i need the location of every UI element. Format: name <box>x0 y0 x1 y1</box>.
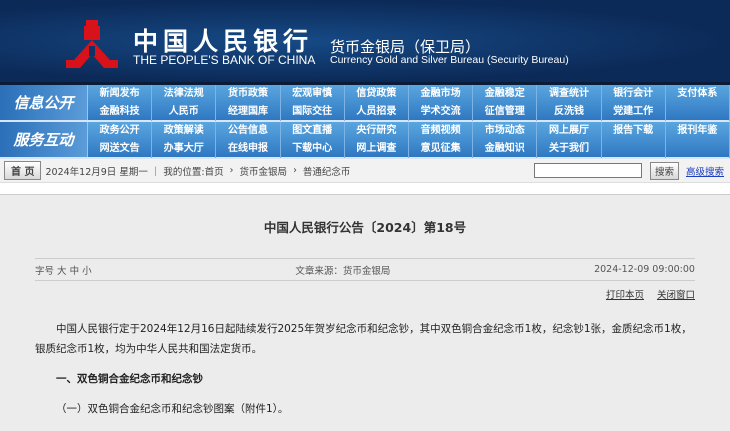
pboc-logo-icon <box>66 20 118 68</box>
nav-band-label: 信息公开 <box>0 85 88 120</box>
search-input[interactable] <box>533 163 642 178</box>
breadcrumb-commemorative-coins[interactable]: 普通纪念币 <box>303 164 351 178</box>
bureau-name-en: Currency Gold and Silver Bureau (Securit… <box>330 54 569 66</box>
spacer <box>0 183 730 195</box>
nav-item[interactable]: 宏观审慎 <box>281 85 345 103</box>
nav-item[interactable]: 人民币 <box>152 103 217 121</box>
nav-item[interactable]: 网送文告 <box>88 140 153 158</box>
nav-item[interactable]: 网上调查 <box>345 140 409 158</box>
nav-item <box>666 140 730 158</box>
nav-item[interactable]: 党建工作 <box>602 103 666 121</box>
nav-item[interactable]: 人员招录 <box>345 103 409 121</box>
print-link[interactable]: 打印本页 <box>606 290 644 301</box>
article-title: 中国人民银行公告〔2024〕第18号 <box>263 220 467 235</box>
nav-item[interactable]: 下载中心 <box>281 140 345 158</box>
article-datetime: 2024-12-09 09:00:00 <box>594 264 695 275</box>
nav-item[interactable]: 市场动态 <box>473 122 538 140</box>
nav-item[interactable]: 政务公开 <box>88 122 153 140</box>
nav-item[interactable]: 新闻发布 <box>88 85 153 103</box>
nav-item[interactable]: 金融市场 <box>409 85 474 103</box>
nav-item[interactable]: 网上展厅 <box>537 122 602 140</box>
nav-item <box>666 103 730 121</box>
nav-item[interactable]: 征信管理 <box>473 103 538 121</box>
site-header: 中国人民银行 THE PEOPLE'S BANK OF CHINA 货币金银局（… <box>0 0 730 85</box>
breadcrumb-currency-bureau[interactable]: 货币金银局 <box>240 164 288 178</box>
nav-item[interactable]: 银行会计 <box>602 85 666 103</box>
nav-item[interactable]: 金融科技 <box>88 103 153 121</box>
main-nav: 信息公开 新闻发布 法律法规 货币政策 宏观审慎 信贷政策 金融市场 金融稳定 调查统计 银行会计… <box>0 85 730 159</box>
nav-item[interactable]: 办事大厅 <box>152 140 217 158</box>
nav-band: 服务互动 政务公开 政策解读 公告信息 图文直播 央行研究 音频视频 市场动态 网上展厅 报告下载… <box>0 122 730 159</box>
nav-item[interactable]: 公告信息 <box>216 122 281 140</box>
nav-item[interactable]: 央行研究 <box>345 122 409 140</box>
bank-name-en: THE PEOPLE'S BANK OF CHINA <box>133 53 316 67</box>
close-window-link[interactable]: 关闭窗口 <box>657 290 695 301</box>
nav-band-label: 服务互动 <box>0 122 88 157</box>
nav-item[interactable]: 金融稳定 <box>473 85 538 103</box>
nav-item[interactable]: 图文直播 <box>281 122 345 140</box>
advanced-search-link[interactable]: 高级搜索 <box>686 164 724 178</box>
nav-band: 信息公开 新闻发布 法律法规 货币政策 宏观审慎 信贷政策 金融市场 金融稳定 调查统计 银行会计… <box>0 85 730 122</box>
nav-item <box>602 140 666 158</box>
nav-item[interactable]: 关于我们 <box>537 140 602 158</box>
nav-item[interactable]: 支付体系 <box>666 85 730 103</box>
nav-item[interactable]: 国际交往 <box>281 103 345 121</box>
font-small-button[interactable]: 小 <box>82 263 92 277</box>
search-button[interactable]: 搜索 <box>649 161 679 180</box>
nav-item[interactable]: 信贷政策 <box>345 85 409 103</box>
nav-item[interactable]: 货币政策 <box>216 85 281 103</box>
nav-grid: 新闻发布 法律法规 货币政策 宏观审慎 信贷政策 金融市场 金融稳定 调查统计 银行会计 支付体系… <box>88 85 730 121</box>
current-date: 2024年12月9日 星期一 <box>45 166 148 178</box>
location-label: ｜ 我的位置:首页 <box>150 166 224 178</box>
breadcrumb-bar: 首 页 2024年12月9日 星期一 ｜ 我的位置:首页 › 货币金银局 › 普… <box>0 159 730 183</box>
article-tools: 打印本页 关闭窗口 <box>0 287 695 301</box>
article-paragraph: 中国人民银行定于2024年12月16日起陆续发行2025年贺岁纪念币和纪念钞，其… <box>35 323 692 355</box>
nav-item[interactable]: 调查统计 <box>537 85 602 103</box>
nav-item[interactable]: 金融知识 <box>473 140 538 158</box>
font-size-label: 字号 <box>35 265 55 277</box>
nav-grid: 政务公开 政策解读 公告信息 图文直播 央行研究 音频视频 市场动态 网上展厅 报告下载 报刊年鉴… <box>88 122 730 158</box>
nav-item[interactable]: 政策解读 <box>152 122 217 140</box>
font-medium-button[interactable]: 中 <box>70 263 80 277</box>
nav-item[interactable]: 学术交流 <box>409 103 474 121</box>
section-heading: 一、双色铜合金纪念币和纪念钞 <box>56 373 203 385</box>
nav-item[interactable]: 音频视频 <box>409 122 474 140</box>
article-meta: 字号 大 中 小 文章来源：货币金银局 2024-12-09 09:00:00 <box>35 258 695 281</box>
nav-item[interactable]: 经理国库 <box>216 103 281 121</box>
font-large-button[interactable]: 大 <box>57 263 67 277</box>
article-body: 中国人民银行定于2024年12月16日起陆续发行2025年贺岁纪念币和纪念钞，其… <box>35 319 695 419</box>
breadcrumb-sep: › <box>229 165 234 176</box>
breadcrumb-sep: › <box>293 165 297 176</box>
article-source: 文章来源：货币金银局 <box>295 265 391 277</box>
nav-item[interactable]: 报告下载 <box>602 122 666 140</box>
nav-item[interactable]: 意见征集 <box>409 140 474 158</box>
nav-item[interactable]: 报刊年鉴 <box>666 122 730 140</box>
nav-item[interactable]: 法律法规 <box>152 85 217 103</box>
home-button[interactable]: 首 页 <box>4 161 42 180</box>
nav-item[interactable]: 在线申报 <box>216 140 281 158</box>
subsection: （一）双色铜合金纪念币和纪念钞图案（附件1）。 <box>56 403 289 415</box>
nav-item[interactable]: 反洗钱 <box>537 103 602 121</box>
